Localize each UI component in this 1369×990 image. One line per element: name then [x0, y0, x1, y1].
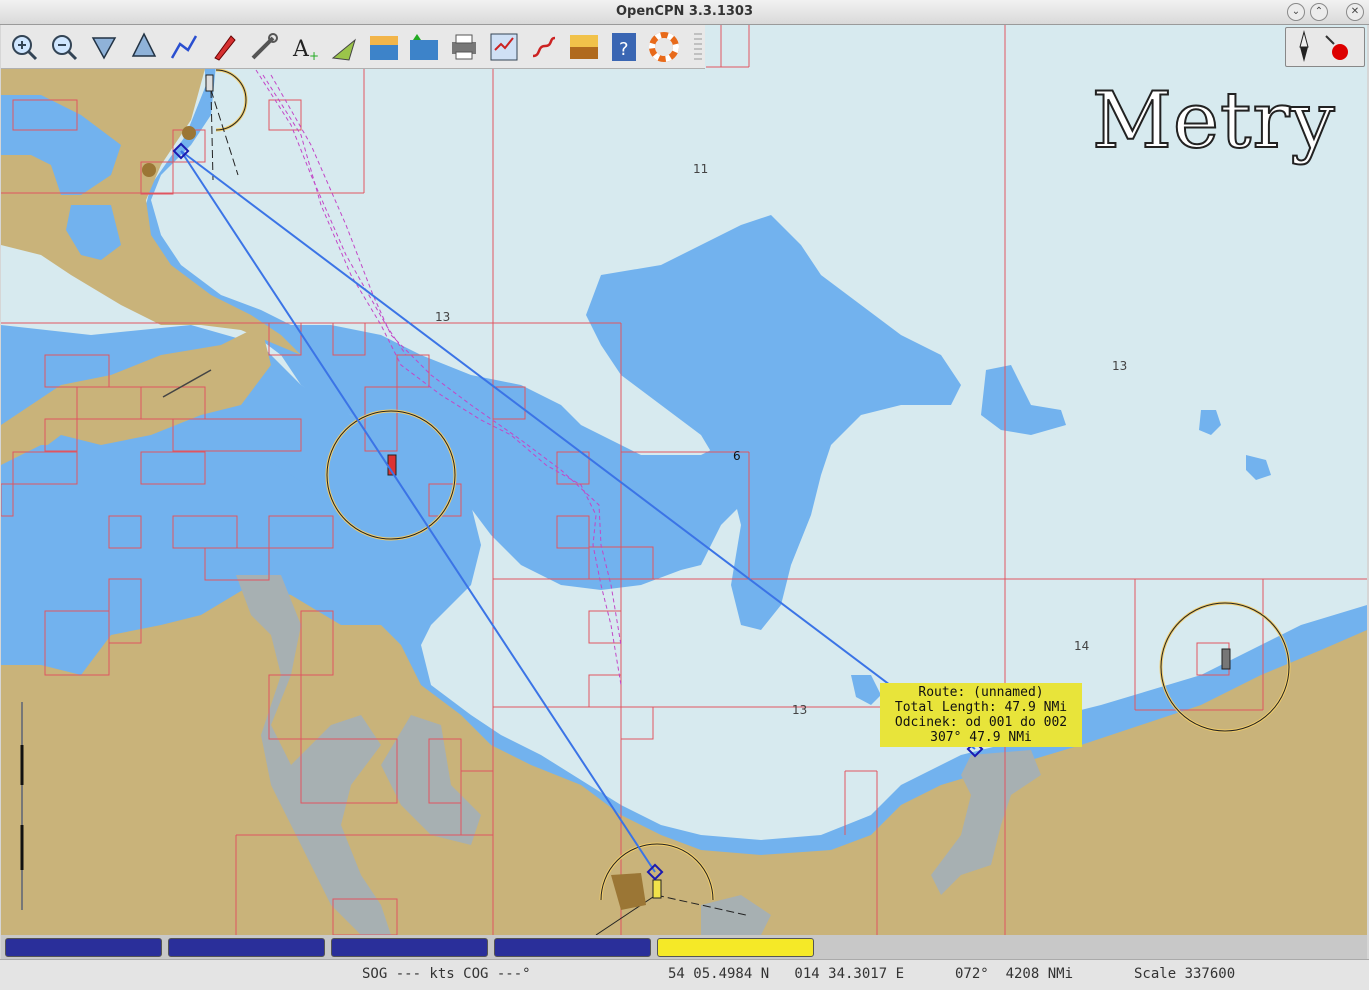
depth-unit-watermark: Metry: [1091, 75, 1336, 167]
depth-sounding: 14: [1074, 639, 1090, 653]
route-tooltip: Route: (unnamed) Total Length: 47.9 NMi …: [880, 683, 1082, 747]
svg-text:?: ?: [619, 39, 629, 60]
current-icon[interactable]: [367, 30, 401, 64]
scale-in-icon[interactable]: [87, 30, 121, 64]
close-button[interactable]: ✕: [1346, 3, 1364, 21]
svg-text:+: +: [309, 49, 319, 63]
scale-out-icon[interactable]: [127, 30, 161, 64]
tooltip-leg: Odcinek: od 001 do 002: [894, 715, 1068, 730]
color-scheme-icon[interactable]: [567, 30, 601, 64]
chart-bar-key[interactable]: [494, 938, 651, 957]
cursor-position-readout: 54 05.4984 N 014 34.3017 E: [668, 966, 905, 982]
print-icon[interactable]: [447, 30, 481, 64]
route-icon[interactable]: [167, 30, 201, 64]
main-toolbar: A + ?: [1, 25, 705, 69]
settings-icon[interactable]: [247, 30, 281, 64]
track-icon[interactable]: [527, 30, 561, 64]
toolbar-grip[interactable]: [694, 33, 702, 61]
tooltip-route-name: Route: (unnamed): [918, 685, 1044, 700]
text-icon[interactable]: A +: [287, 30, 321, 64]
depth-sounding: 13: [1112, 359, 1128, 373]
minimize-button[interactable]: ⌄: [1287, 3, 1305, 21]
mob-icon[interactable]: [647, 30, 681, 64]
chart-bar-key[interactable]: [168, 938, 325, 957]
route-manager-icon[interactable]: [487, 30, 521, 64]
chart-bar-key[interactable]: [331, 938, 488, 957]
title-bar: OpenCPN 3.3.1303 ⌄ ⌃ ✕: [0, 0, 1369, 25]
compass-icon[interactable]: [1299, 30, 1309, 62]
sog-cog-readout: SOG --- kts COG ---°: [362, 966, 531, 982]
depth-sounding: 13: [435, 310, 451, 324]
chart-bar: [1, 935, 1367, 959]
maximize-button[interactable]: ⌃: [1310, 3, 1328, 21]
window-title: OpenCPN 3.3.1303: [615, 4, 754, 19]
chart-bar-key-selected[interactable]: [657, 938, 814, 957]
chart-bar-key[interactable]: [5, 938, 162, 957]
svg-text:A: A: [292, 37, 310, 62]
zoom-out-icon[interactable]: [47, 30, 81, 64]
follow-ship-icon[interactable]: [207, 30, 241, 64]
scale-readout: Scale 337600: [1134, 966, 1236, 982]
compass-toolbar: [1285, 27, 1365, 67]
depth-sounding: 13: [792, 703, 808, 717]
ais-icon[interactable]: [327, 30, 361, 64]
tooltip-bearing-distance: 307° 47.9 NMi: [930, 730, 1032, 745]
tide-icon[interactable]: [407, 30, 441, 64]
help-icon[interactable]: ?: [607, 30, 641, 64]
tooltip-total-length: Total Length: 47.9 NMi: [894, 700, 1068, 715]
depth-sounding: 6: [733, 449, 741, 463]
gps-status-icon: [1325, 35, 1348, 60]
status-bar: SOG --- kts COG ---° 54 05.4984 N 014 34…: [0, 959, 1369, 990]
bearing-distance-readout: 072° 4208 NMi: [955, 966, 1074, 982]
zoom-in-icon[interactable]: [7, 30, 41, 64]
depth-sounding: 11: [693, 162, 709, 176]
